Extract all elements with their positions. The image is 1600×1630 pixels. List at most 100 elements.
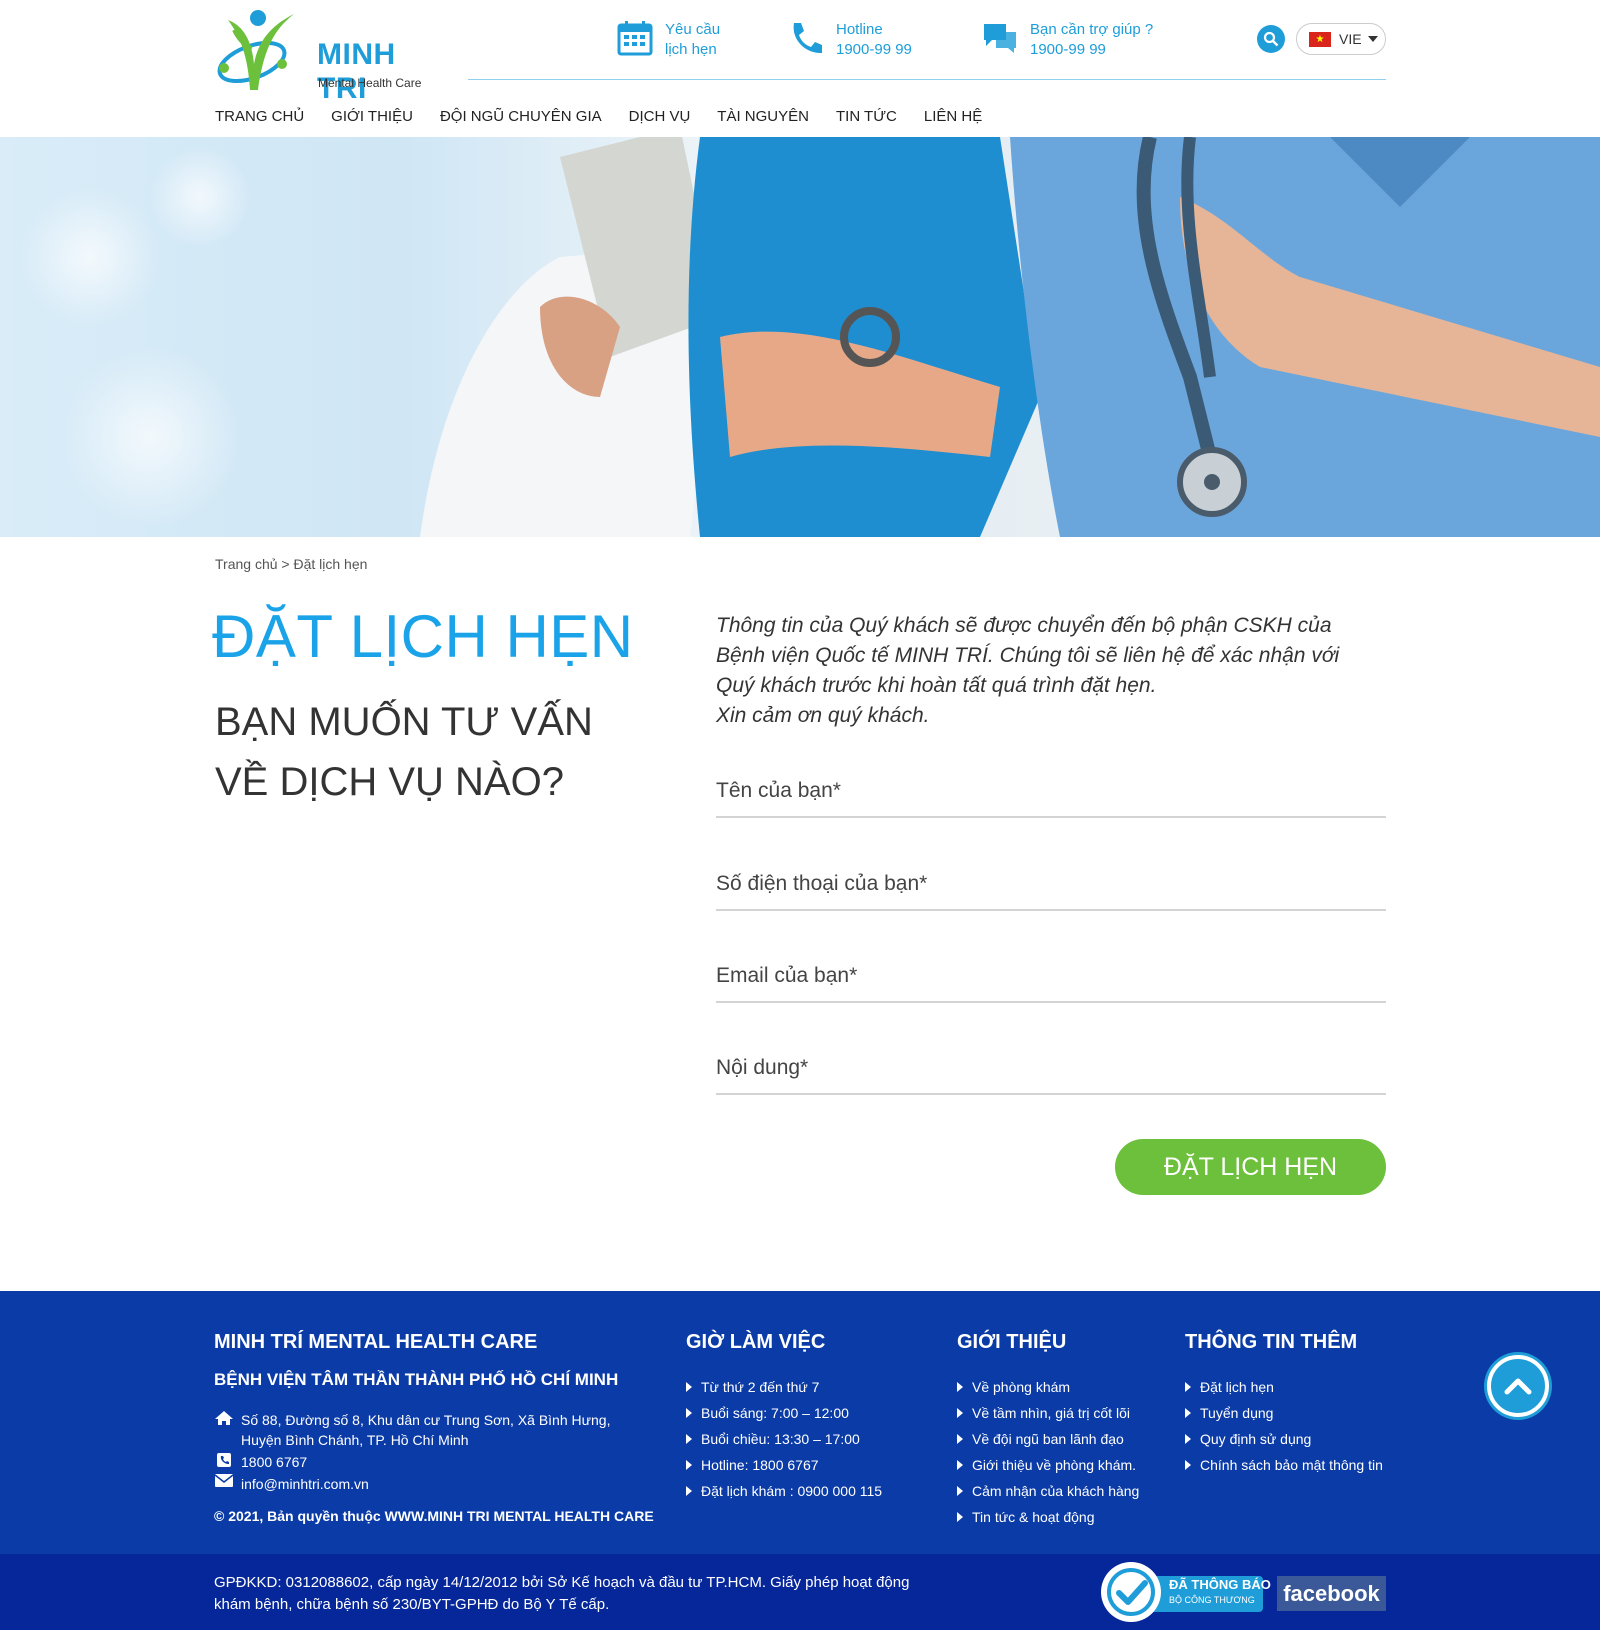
hotline-link[interactable]: Hotline 1900-99 99 xyxy=(788,20,912,60)
bullet-arrow-icon xyxy=(957,1434,963,1444)
nav-contact[interactable]: LIÊN HỆ xyxy=(924,108,982,125)
brand-tagline: Mental Health Care xyxy=(318,76,422,90)
calendar-icon xyxy=(617,21,653,56)
nav-services[interactable]: DỊCH VỤ xyxy=(629,108,691,125)
form-intro-line: Xin cảm ơn quý khách. xyxy=(716,704,930,727)
email-icon xyxy=(214,1474,234,1487)
language-selector[interactable]: ★ VIE xyxy=(1296,23,1386,55)
footer-more: THÔNG TIN THÊM Đặt lịch hẹn Tuyển dụng Q… xyxy=(1185,1331,1383,1478)
main-nav: TRANG CHỦ GIỚI THIỆU ĐỘI NGŨ CHUYÊN GIA … xyxy=(215,108,1009,125)
nav-home[interactable]: TRANG CHỦ xyxy=(215,108,304,125)
footer-company-heading: MINH TRÍ MENTAL HEALTH CARE xyxy=(214,1331,538,1353)
nav-resources[interactable]: TÀI NGUYÊN xyxy=(717,108,809,125)
site-header: MINH TRI Mental Health Care Yêu cầu lịch… xyxy=(0,0,1600,137)
footer-bottom-bar: GPĐKKD: 0312088602, cấp ngày 14/12/2012 … xyxy=(0,1554,1600,1630)
bullet-arrow-icon xyxy=(686,1408,692,1418)
bullet-arrow-icon xyxy=(1185,1408,1191,1418)
nav-news[interactable]: TIN TỨC xyxy=(836,108,897,125)
name-field-wrapper xyxy=(716,758,1386,818)
footer-more-link[interactable]: Tuyển dụng xyxy=(1185,1400,1383,1426)
footer-phone: 1800 6767 xyxy=(214,1452,654,1472)
footer-about-link[interactable]: Giới thiệu về phòng khám. xyxy=(957,1452,1139,1478)
nav-about[interactable]: GIỚI THIỆU xyxy=(331,108,413,125)
phone-icon xyxy=(793,23,822,54)
brand-name: MINH TRI xyxy=(317,38,396,105)
footer-hours-item: Đặt lịch khám : 0900 000 115 xyxy=(686,1478,882,1504)
footer-hours-item: Buổi chiều: 13:30 – 17:00 xyxy=(686,1426,882,1452)
chat-icon xyxy=(984,24,1016,53)
footer-about: GIỚI THIỆU Về phòng khám Về tầm nhìn, gi… xyxy=(957,1331,1139,1530)
bullet-arrow-icon xyxy=(1185,1460,1191,1470)
appointment-label-2: lịch hẹn xyxy=(665,41,717,58)
search-icon xyxy=(1263,31,1279,47)
footer-more-link[interactable]: Chính sách bảo mật thông tin xyxy=(1185,1452,1383,1478)
appointment-request-link[interactable]: Yêu cầu lịch hẹn xyxy=(617,20,720,60)
support-label: Bạn cần trợ giúp ? xyxy=(1030,21,1154,38)
logo-mark-icon xyxy=(217,10,294,90)
footer-about-link[interactable]: Về đội ngũ ban lãnh đạo xyxy=(957,1426,1139,1452)
facebook-link[interactable]: facebook xyxy=(1277,1576,1386,1611)
support-link[interactable]: Bạn cần trợ giúp ? 1900-99 99 xyxy=(982,20,1153,60)
hero-banner xyxy=(0,137,1600,537)
site-footer: MINH TRÍ MENTAL HEALTH CARE BỆNH VIỆN TÂ… xyxy=(0,1291,1600,1554)
footer-email: info@minhtri.com.vn xyxy=(214,1474,654,1494)
bullet-arrow-icon xyxy=(957,1408,963,1418)
footer-more-link[interactable]: Đặt lịch hẹn xyxy=(1185,1374,1383,1400)
business-license: GPĐKKD: 0312088602, cấp ngày 14/12/2012 … xyxy=(214,1572,934,1616)
footer-about-link[interactable]: Về phòng khám xyxy=(957,1374,1139,1400)
footer-hours-item: Từ thứ 2 đến thứ 7 xyxy=(686,1374,882,1400)
footer-more-heading: THÔNG TIN THÊM xyxy=(1185,1331,1358,1353)
badge-title: ĐÃ THÔNG BÁO xyxy=(1169,1577,1271,1592)
support-number: 1900-99 99 xyxy=(1030,41,1106,58)
bullet-arrow-icon xyxy=(686,1382,692,1392)
scroll-to-top-button[interactable] xyxy=(1487,1355,1549,1417)
moit-registered-badge[interactable]: ĐÃ THÔNG BÁO BỘ CÔNG THƯƠNG xyxy=(1101,1562,1271,1622)
footer-hours-heading: GIỜ LÀM VIỆC xyxy=(686,1331,826,1353)
language-value: VIE xyxy=(1339,31,1362,47)
bullet-arrow-icon xyxy=(1185,1434,1191,1444)
appointment-label-1: Yêu cầu xyxy=(665,21,721,38)
breadcrumb[interactable]: Trang chủ > Đặt lịch hẹn xyxy=(215,556,367,572)
footer-about-link[interactable]: Cảm nhận của khách hàng xyxy=(957,1478,1139,1504)
vietnam-flag-icon: ★ xyxy=(1309,31,1331,47)
footer-about-link[interactable]: Về tầm nhìn, giá trị cốt lõi xyxy=(957,1400,1139,1426)
bullet-arrow-icon xyxy=(957,1460,963,1470)
bullet-arrow-icon xyxy=(957,1512,963,1522)
form-intro-line: Thông tin của Quý khách sẽ được chuyển đ… xyxy=(716,614,1332,637)
checkmark-seal-icon xyxy=(1101,1562,1161,1622)
bullet-arrow-icon xyxy=(686,1460,692,1470)
bullet-arrow-icon xyxy=(1185,1382,1191,1392)
footer-email-address[interactable]: info@minhtri.com.vn xyxy=(241,1474,369,1494)
footer-address-line2: Huyện Bình Chánh, TP. Hồ Chí Minh xyxy=(241,1432,469,1448)
page-title: ĐẶT LỊCH HẸN xyxy=(212,603,634,670)
doctors-banner-image xyxy=(20,137,1600,537)
footer-more-link[interactable]: Quy định sử dụng xyxy=(1185,1426,1383,1452)
phone-icon xyxy=(214,1452,234,1468)
license-line1: GPĐKKD: 0312088602, cấp ngày 14/12/2012 … xyxy=(214,1574,910,1591)
logo[interactable]: MINH TRI Mental Health Care xyxy=(214,6,444,105)
footer-address: Số 88, Đường số 8, Khu dân cư Trung Sơn,… xyxy=(214,1410,654,1450)
footer-copyright: © 2021, Bản quyền thuộc WWW.MINH TRI MEN… xyxy=(214,1508,654,1524)
chevron-down-icon xyxy=(1367,36,1378,42)
footer-hours-item: Buổi sáng: 7:00 – 12:00 xyxy=(686,1400,882,1426)
footer-hours-item: Hotline: 1800 6767 xyxy=(686,1452,882,1478)
nav-experts[interactable]: ĐỘI NGŨ CHUYÊN GIA xyxy=(440,108,602,125)
license-line2: khám bệnh, chữa bệnh số 230/BYT-GPHĐ do … xyxy=(214,1596,610,1613)
badge-label-box: ĐÃ THÔNG BÁO BỘ CÔNG THƯƠNG xyxy=(1153,1576,1271,1612)
email-field-wrapper xyxy=(716,943,1386,1003)
content-field[interactable] xyxy=(716,1035,1386,1091)
phone-field[interactable] xyxy=(716,851,1386,907)
footer-about-link[interactable]: Tin tức & hoạt động xyxy=(957,1504,1139,1530)
bullet-arrow-icon xyxy=(957,1486,963,1496)
form-intro-line: Quý khách trước khi hoàn tất quá trình đ… xyxy=(716,674,1157,697)
submit-appointment-button[interactable]: ĐẶT LỊCH HẸN xyxy=(1115,1139,1386,1195)
hotline-label: Hotline xyxy=(836,21,883,38)
name-field[interactable] xyxy=(716,758,1386,814)
footer-company: MINH TRÍ MENTAL HEALTH CARE BỆNH VIỆN TÂ… xyxy=(214,1331,654,1524)
bullet-arrow-icon xyxy=(686,1434,692,1444)
form-intro-line: Bệnh viện Quốc tế MINH TRÍ. Chúng tôi sẽ… xyxy=(716,644,1340,667)
email-field[interactable] xyxy=(716,943,1386,999)
bullet-arrow-icon xyxy=(957,1382,963,1392)
page-subtitle: BẠN MUỐN TƯ VẤN VỀ DỊCH VỤ NÀO? xyxy=(215,700,593,804)
search-button[interactable] xyxy=(1257,25,1285,53)
